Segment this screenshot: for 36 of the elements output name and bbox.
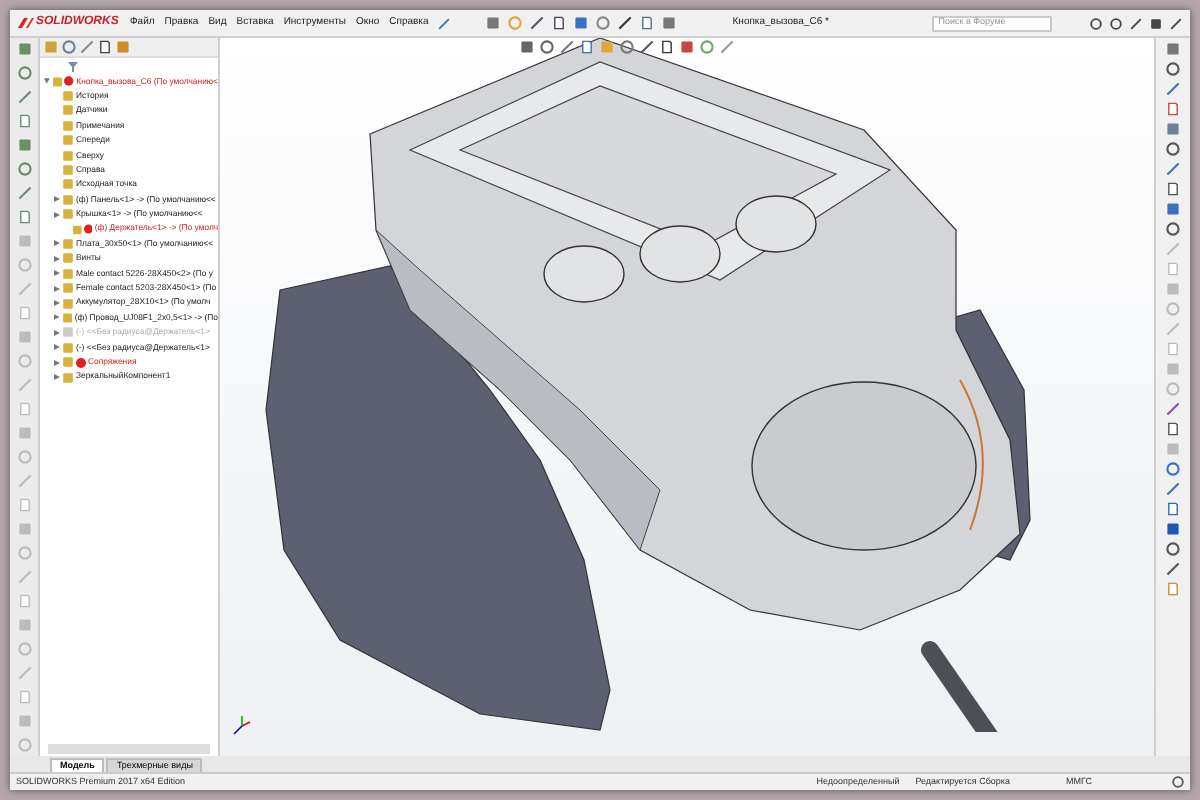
component-icon[interactable]	[62, 356, 74, 369]
expand-arrow-icon[interactable]	[44, 78, 50, 85]
component-icon[interactable]	[61, 311, 73, 324]
expand-arrow-icon[interactable]	[54, 255, 60, 262]
component-icon[interactable]	[62, 90, 74, 103]
expand-arrow-icon[interactable]	[54, 196, 60, 203]
maximize-icon[interactable]	[1150, 17, 1162, 29]
component-icon[interactable]	[62, 282, 74, 295]
logo-icon	[18, 16, 34, 30]
component-icon[interactable]	[62, 237, 74, 250]
component-icon[interactable]	[62, 164, 74, 177]
component-icon[interactable]	[62, 371, 74, 383]
component-icon[interactable]	[62, 252, 74, 265]
component-icon[interactable]	[62, 134, 74, 147]
expand-arrow-icon[interactable]	[54, 359, 60, 366]
expand-arrow-icon[interactable]	[54, 285, 60, 292]
status-icon[interactable]	[1172, 776, 1184, 788]
component-icon[interactable]	[62, 341, 74, 354]
axis-triad-icon	[232, 716, 252, 736]
component-icon[interactable]	[71, 223, 82, 236]
component-icon[interactable]	[62, 119, 74, 132]
component-icon[interactable]	[51, 75, 63, 88]
expand-arrow-icon[interactable]	[54, 270, 60, 277]
component-icon[interactable]	[62, 104, 74, 117]
component-icon[interactable]	[62, 178, 74, 191]
component-icon[interactable]	[62, 149, 74, 162]
scrollbar[interactable]	[48, 744, 210, 754]
expand-arrow-icon[interactable]	[54, 211, 60, 218]
component-icon[interactable]	[62, 297, 74, 310]
expand-arrow-icon[interactable]	[54, 240, 60, 247]
component-icon[interactable]	[62, 208, 74, 221]
component-icon[interactable]	[62, 267, 74, 280]
expand-arrow-icon[interactable]	[54, 374, 60, 380]
component-icon[interactable]	[62, 193, 74, 206]
expand-arrow-icon[interactable]	[54, 329, 60, 336]
expand-arrow-icon[interactable]	[54, 344, 60, 351]
